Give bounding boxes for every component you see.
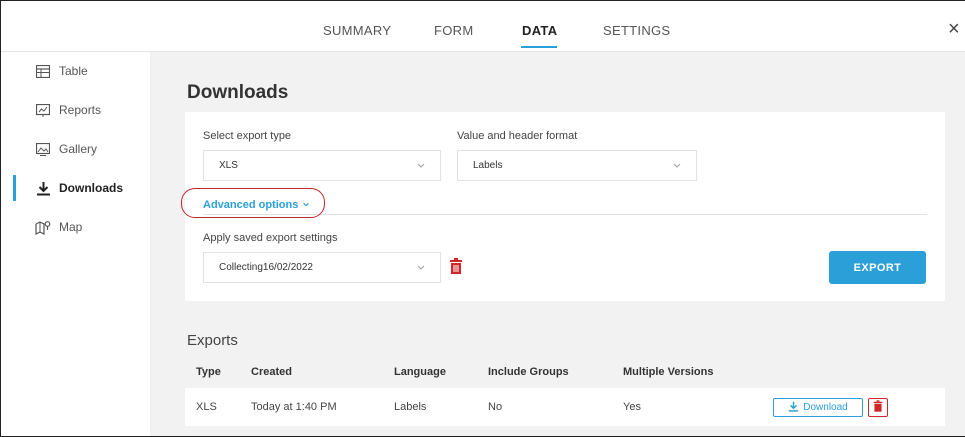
tab-data[interactable]: DATA [522,23,557,38]
cell-language: Labels [394,401,427,413]
app-window: SUMMARY FORM DATA SETTINGS × Table Repor… [0,0,965,437]
top-tab-bar: SUMMARY FORM DATA SETTINGS × [1,1,965,52]
export-settings-card: Select export type XLS Value and header … [185,112,945,301]
sidebar-item-gallery[interactable]: Gallery [1,136,151,162]
exports-heading: Exports [187,332,238,349]
header-format-label: Value and header format [457,130,578,142]
sidebar-item-label: Table [59,64,88,78]
advanced-options-toggle[interactable]: Advanced options [203,199,310,211]
chevron-down-icon [672,160,682,173]
tab-summary[interactable]: SUMMARY [323,23,391,38]
export-type-label: Select export type [203,130,292,142]
delete-export-button[interactable] [868,398,888,417]
export-type-select[interactable]: XLS [203,150,441,181]
sidebar-item-label: Reports [59,103,102,117]
page-title: Downloads [187,82,289,103]
reports-icon [35,102,51,118]
header-format-select[interactable]: Labels [457,150,697,181]
export-button[interactable]: EXPORT [829,251,926,284]
saved-settings-label: Apply saved export settings [203,232,338,244]
sidebar-item-table[interactable]: Table [1,58,151,84]
chevron-down-icon [302,199,310,211]
sidebar-item-label: Downloads [59,181,124,195]
sidebar-item-label: Gallery [59,142,98,156]
sidebar-item-label: Map [59,220,83,234]
download-icon [35,180,51,196]
column-header-type: Type [196,366,221,378]
table-icon [35,63,51,79]
column-header-created: Created [251,366,292,378]
column-header-include-groups: Include Groups [488,366,569,378]
cell-multiple-versions: Yes [623,401,641,413]
chevron-down-icon [416,160,426,173]
tab-form[interactable]: FORM [434,23,473,38]
download-button-label: Download [803,402,848,413]
column-header-language: Language [394,366,446,378]
chevron-down-icon [416,262,426,275]
close-icon[interactable]: × [948,19,960,39]
cell-include-groups: No [488,401,503,413]
saved-settings-select[interactable]: Collecting16/02/2022 [203,252,441,283]
header-format-value: Labels [473,160,503,171]
advanced-options-label: Advanced options [203,199,299,211]
cell-type: XLS [196,401,217,413]
delete-saved-settings-icon[interactable] [449,258,463,279]
active-tab-indicator [521,46,557,48]
main-content: Downloads Select export type XLS Value a… [151,52,965,436]
divider [203,214,927,215]
sidebar-item-reports[interactable]: Reports [1,97,151,123]
sidebar-item-map[interactable]: Map [1,214,151,240]
download-icon [788,401,799,415]
saved-settings-value: Collecting16/02/2022 [219,262,313,273]
trash-icon [873,399,883,417]
cell-created: Today at 1:40 PM [251,401,337,413]
sidebar-item-downloads[interactable]: Downloads [1,175,151,201]
tab-settings[interactable]: SETTINGS [603,23,670,38]
gallery-icon [35,141,51,157]
map-icon [35,219,51,235]
download-button[interactable]: Download [773,398,863,417]
sidebar: Table Reports Gallery Downloads Map [1,52,151,436]
export-type-value: XLS [219,160,238,171]
column-header-multiple-versions: Multiple Versions [623,366,714,378]
